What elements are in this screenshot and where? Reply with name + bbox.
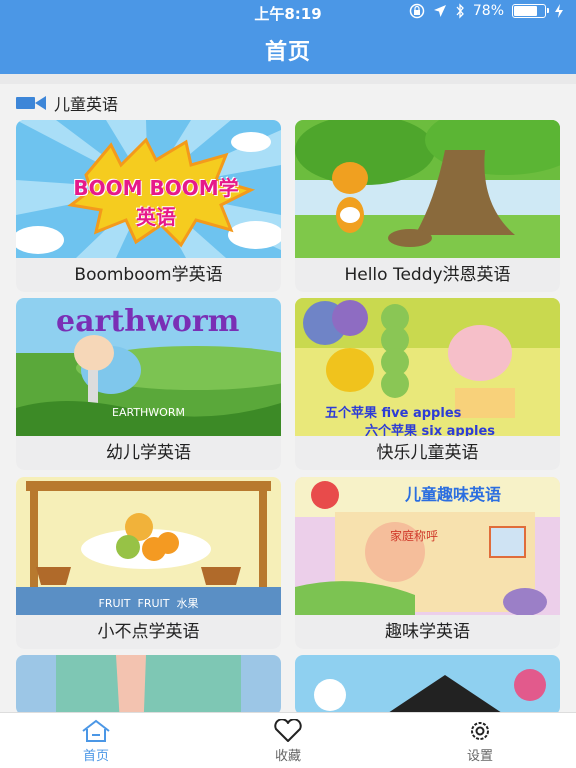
thumbnail-line-1: 五个苹果 five apples bbox=[325, 406, 462, 421]
tab-settings[interactable]: 设置 bbox=[384, 713, 576, 768]
card-title: 趣味学英语 bbox=[295, 615, 560, 649]
battery-percent: 78% bbox=[472, 3, 504, 19]
header: 上午8:19 78% 首页 bbox=[0, 0, 576, 74]
heart-icon bbox=[274, 719, 302, 742]
card-title: Boomboom学英语 bbox=[16, 258, 281, 292]
page-title: 首页 bbox=[264, 40, 311, 65]
video-card-boomboom[interactable]: BOOM BOOM学英语 Boomboom学英语 bbox=[16, 120, 281, 292]
section-title: 儿童英语 bbox=[54, 95, 119, 114]
battery-icon bbox=[512, 4, 549, 18]
tab-home[interactable]: 首页 bbox=[0, 713, 192, 768]
video-card-partial-right[interactable] bbox=[295, 655, 560, 712]
tab-label: 首页 bbox=[82, 749, 109, 764]
video-card-little-dot[interactable]: FRUIT FRUIT 水果 小不点学英语 bbox=[16, 477, 281, 649]
video-card-happy-english[interactable]: 五个苹果 five apples 六个苹果 six apples 快乐儿童英语 bbox=[295, 298, 560, 470]
tab-label: 收藏 bbox=[274, 749, 301, 764]
home-icon bbox=[82, 719, 110, 742]
section-header: 儿童英语 bbox=[16, 92, 118, 114]
card-thumbnail bbox=[295, 655, 560, 712]
bluetooth-icon bbox=[456, 3, 464, 19]
video-card-partial-left[interactable] bbox=[16, 655, 281, 712]
main-content[interactable]: 儿童英语 BOOM BOOM学英语 Boomboom学英语 Hello Tedd… bbox=[0, 74, 576, 712]
status-bar: 上午8:19 78% bbox=[0, 0, 576, 24]
card-title: 小不点学英语 bbox=[16, 615, 281, 649]
card-title: 幼儿学英语 bbox=[16, 436, 281, 470]
thumbnail-caption: BOOM BOOM学英语 bbox=[73, 176, 239, 229]
status-icons: 78% bbox=[409, 3, 564, 19]
battery-tip bbox=[547, 8, 549, 13]
thumbnail-caption: EARTHWORM bbox=[112, 406, 185, 419]
tab-label: 设置 bbox=[466, 749, 493, 764]
thumbnail-caption: FRUIT FRUIT 水果 bbox=[98, 597, 199, 610]
video-camera-icon bbox=[16, 96, 46, 110]
card-title: Hello Teddy洪恩英语 bbox=[295, 258, 560, 292]
location-icon bbox=[433, 5, 446, 17]
video-card-earthworm[interactable]: earthworm EARTHWORM 幼儿学英语 bbox=[16, 298, 281, 470]
thumbnail-sign: 家庭称呼 bbox=[390, 529, 439, 543]
thumbnail-title: 儿童趣味英语 bbox=[405, 485, 502, 504]
video-card-hello-teddy[interactable]: Hello Teddy洪恩英语 bbox=[295, 120, 560, 292]
orientation-lock-icon bbox=[409, 3, 425, 19]
charging-icon bbox=[555, 4, 563, 18]
card-thumbnail bbox=[16, 655, 281, 712]
gear-icon bbox=[471, 722, 489, 740]
tab-bar: 首页 收藏 设置 bbox=[0, 712, 576, 768]
video-card-fun-english[interactable]: 儿童趣味英语 家庭称呼 趣味学英语 bbox=[295, 477, 560, 649]
battery-level bbox=[514, 6, 537, 16]
thumbnail-word: earthworm bbox=[56, 304, 240, 339]
banner-strip bbox=[0, 74, 576, 84]
card-title: 快乐儿童英语 bbox=[295, 436, 560, 470]
card-thumbnail bbox=[295, 120, 560, 258]
tab-favorites[interactable]: 收藏 bbox=[192, 713, 384, 768]
